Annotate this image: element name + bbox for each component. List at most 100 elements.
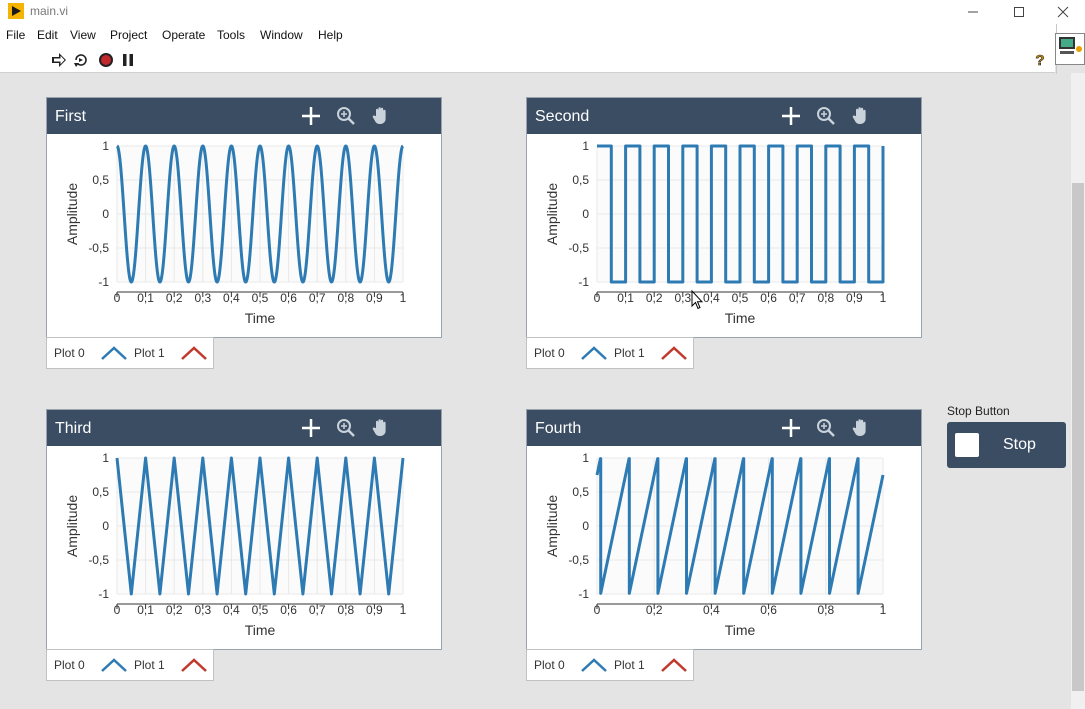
pan-hand-icon[interactable] bbox=[850, 105, 872, 127]
cursor-crosshair-icon[interactable] bbox=[780, 417, 802, 439]
graph-header: Third bbox=[47, 410, 441, 446]
x-tick-label: 0,1 bbox=[137, 603, 154, 617]
minimize-icon bbox=[968, 11, 978, 13]
y-tick-label: 1 bbox=[102, 139, 109, 153]
plot-area[interactable]: 0 0,1 0,2 0,3 0,4 0,5 0,6 0,7 0,8 0,9 1 1 0,5 0 -0,5 -1… bbox=[47, 446, 441, 649]
plot0-line-icon bbox=[101, 346, 127, 360]
graph-header: Second bbox=[527, 98, 921, 134]
y-tick-label: 0 bbox=[582, 519, 589, 533]
x-tick-label: 0,7 bbox=[789, 291, 806, 305]
svg-text:?: ? bbox=[1035, 52, 1044, 69]
y-axis-label: Amplitude bbox=[544, 495, 560, 557]
graph-fourth[interactable]: Fourth 0 0,2 0,4 0,6 0,8 1 1 0,5 0 -0,5 -1 Time Ampl… bbox=[526, 409, 922, 650]
x-axis-label: Time bbox=[725, 622, 756, 638]
graph-third[interactable]: Third 0 0,1 0,2 0,3 0,4 0,5 0,6 0,7 0,8 0,9 1 1 0,5 0… bbox=[46, 409, 442, 650]
x-tick-label: 1 bbox=[880, 291, 887, 305]
x-tick-label: 0,4 bbox=[703, 603, 720, 617]
plot1-line-icon bbox=[661, 346, 687, 360]
x-tick-label: 0,3 bbox=[674, 291, 691, 305]
x-tick-label: 1 bbox=[880, 603, 887, 617]
graph-second[interactable]: Second 0 0,1 0,2 0,3 0,4 0,5 0,6 0,7 0,8 0,9 1 1 0,5… bbox=[526, 97, 922, 338]
legend-plot1-label: Plot 1 bbox=[134, 346, 165, 360]
menu-edit[interactable]: Edit bbox=[37, 28, 58, 42]
x-axis-label: Time bbox=[725, 310, 756, 326]
menu-view[interactable]: View bbox=[70, 28, 96, 42]
menu-file[interactable]: File bbox=[6, 28, 25, 42]
legend-plot1-label: Plot 1 bbox=[134, 658, 165, 672]
y-tick-label: -0,5 bbox=[88, 241, 109, 255]
zoom-icon[interactable] bbox=[815, 417, 837, 439]
x-tick-label: 0,4 bbox=[703, 291, 720, 305]
cursor-crosshair-icon[interactable] bbox=[780, 105, 802, 127]
menu-tools[interactable]: Tools bbox=[217, 28, 245, 42]
plot-legend[interactable]: Plot 0 Plot 1 bbox=[46, 337, 214, 369]
graph-title: Second bbox=[535, 108, 590, 125]
y-tick-label: 1 bbox=[582, 451, 589, 465]
y-tick-label: 0,5 bbox=[92, 485, 109, 499]
x-tick-label: 0,3 bbox=[194, 603, 211, 617]
zoom-icon[interactable] bbox=[335, 417, 357, 439]
graph-title: Fourth bbox=[535, 420, 582, 437]
run-arrow-icon[interactable] bbox=[51, 52, 67, 68]
cursor-crosshair-icon[interactable] bbox=[300, 105, 322, 127]
context-help-icon[interactable]: ? bbox=[1032, 51, 1048, 69]
legend-plot0-label: Plot 0 bbox=[54, 658, 85, 672]
pan-hand-icon[interactable] bbox=[370, 105, 392, 127]
y-tick-label: 0,5 bbox=[572, 485, 589, 499]
x-tick-label: 0,5 bbox=[732, 291, 749, 305]
y-tick-label: 0 bbox=[102, 207, 109, 221]
legend-plot0-label: Plot 0 bbox=[54, 346, 85, 360]
plot-area[interactable]: 0 0,2 0,4 0,6 0,8 1 1 0,5 0 -0,5 -1 Time Amplitude bbox=[527, 446, 921, 649]
x-tick-label: 0,7 bbox=[309, 603, 326, 617]
menu-bar: File Edit View Project Operate Tools Win… bbox=[0, 24, 1085, 46]
plot-legend[interactable]: Plot 0 Plot 1 bbox=[526, 337, 694, 369]
plot-legend[interactable]: Plot 0 Plot 1 bbox=[46, 649, 214, 681]
x-tick-label: 0,9 bbox=[366, 603, 383, 617]
abort-icon[interactable] bbox=[98, 52, 114, 68]
y-tick-label: 0,5 bbox=[572, 173, 589, 187]
y-tick-label: -0,5 bbox=[568, 241, 589, 255]
menu-help[interactable]: Help bbox=[318, 28, 343, 42]
plot1-line-icon bbox=[181, 346, 207, 360]
x-axis-label: Time bbox=[245, 310, 276, 326]
x-tick-label: 0,6 bbox=[760, 291, 777, 305]
pan-hand-icon[interactable] bbox=[850, 417, 872, 439]
vi-connector-icon bbox=[1059, 37, 1082, 54]
menu-project[interactable]: Project bbox=[110, 28, 147, 42]
graph-header: First bbox=[47, 98, 441, 134]
pause-icon[interactable] bbox=[120, 52, 136, 68]
y-tick-label: 0,5 bbox=[92, 173, 109, 187]
graph-header: Fourth bbox=[527, 410, 921, 446]
plot1-line-icon bbox=[661, 658, 687, 672]
vi-icon[interactable] bbox=[1055, 33, 1085, 65]
stop-button[interactable]: Stop bbox=[947, 422, 1066, 468]
x-tick-label: 0 bbox=[594, 603, 601, 617]
pan-hand-icon[interactable] bbox=[370, 417, 392, 439]
x-tick-label: 0,2 bbox=[166, 603, 183, 617]
menu-operate[interactable]: Operate bbox=[162, 28, 205, 42]
x-tick-label: 1 bbox=[400, 291, 407, 305]
scrollbar-thumb[interactable] bbox=[1072, 183, 1084, 691]
run-continuously-icon[interactable] bbox=[73, 52, 89, 68]
y-tick-label: -1 bbox=[578, 275, 589, 289]
x-tick-label: 0,9 bbox=[846, 291, 863, 305]
plot-area[interactable]: 0 0,1 0,2 0,3 0,4 0,5 0,6 0,7 0,8 0,9 1 1 0,5 0 -0,5 -1… bbox=[47, 134, 441, 337]
cursor-crosshair-icon[interactable] bbox=[300, 417, 322, 439]
zoom-icon[interactable] bbox=[335, 105, 357, 127]
maximize-button[interactable] bbox=[996, 0, 1042, 24]
menu-window[interactable]: Window bbox=[260, 28, 303, 42]
x-tick-label: 1 bbox=[400, 603, 407, 617]
x-tick-label: 0 bbox=[114, 291, 121, 305]
x-tick-label: 0,6 bbox=[280, 603, 297, 617]
close-button[interactable] bbox=[1040, 0, 1085, 24]
vertical-scrollbar[interactable] bbox=[1071, 73, 1085, 709]
graph-first[interactable]: First 0 0,1 0,2 0,3 0,4 0,5 0,6 0,7 0,8 0,9 1 1 0,5 0… bbox=[46, 97, 442, 338]
minimize-button[interactable] bbox=[950, 0, 996, 24]
zoom-icon[interactable] bbox=[815, 105, 837, 127]
plot0-line-icon bbox=[581, 346, 607, 360]
x-tick-label: 0,8 bbox=[337, 603, 354, 617]
x-tick-label: 0,4 bbox=[223, 603, 240, 617]
plot-area[interactable]: 0 0,1 0,2 0,3 0,4 0,5 0,6 0,7 0,8 0,9 1 1 0,5 0 -0,5 -1… bbox=[527, 134, 921, 337]
plot-legend[interactable]: Plot 0 Plot 1 bbox=[526, 649, 694, 681]
x-tick-label: 0,6 bbox=[760, 603, 777, 617]
